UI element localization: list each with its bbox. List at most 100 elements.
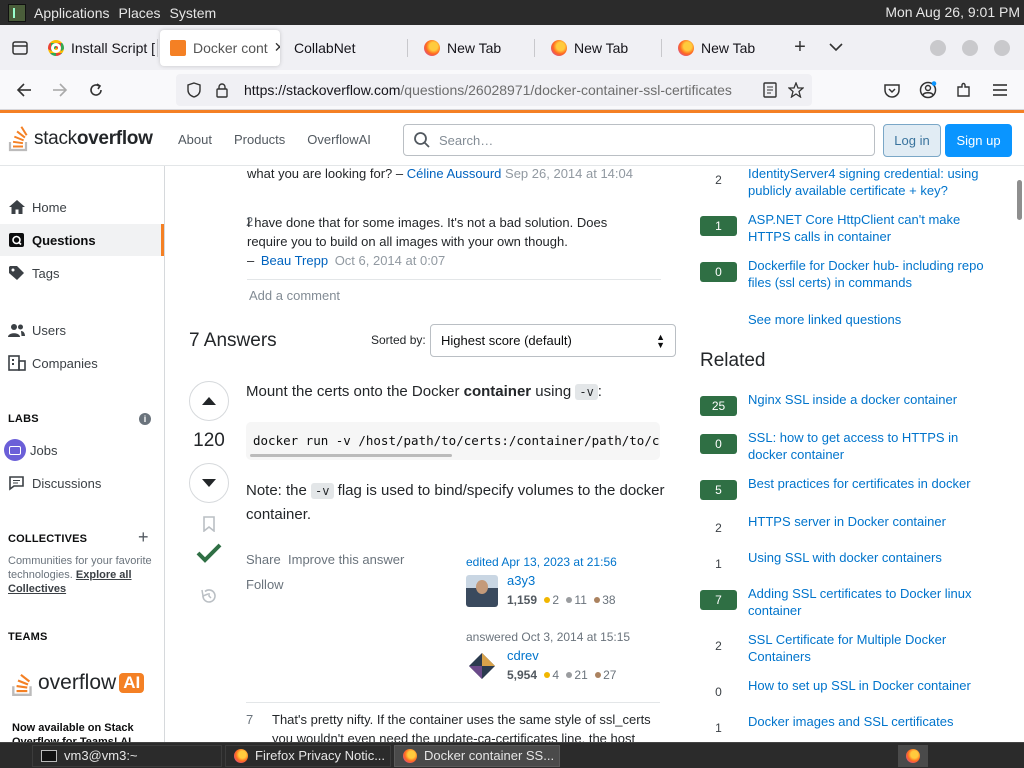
question-score: 2 [715,173,722,187]
follow-link[interactable]: Follow [246,577,284,592]
overflow-ai-logo[interactable]: overflow AI [11,669,145,697]
avatar[interactable] [466,575,498,607]
login-button[interactable]: Log in [883,124,941,157]
see-more-linked-link[interactable]: See more linked questions [748,312,901,327]
reload-button[interactable] [78,72,114,108]
taskbar-item-terminal[interactable]: vm3@vm3:~ [32,744,222,767]
comment-date[interactable]: Sep 26, 2014 at 14:04 [505,166,633,181]
sidebar-item-home[interactable]: Home [0,191,164,223]
avatar[interactable] [466,650,498,682]
tab-label: CollabNet [294,39,356,56]
comment-score: 7 [246,712,254,727]
sidebar-item-questions[interactable]: Questions [0,224,164,256]
question-link[interactable]: HTTPS server in Docker container [748,513,998,530]
sidebar-item-tags[interactable]: Tags [0,257,164,289]
tab-new-tab-2[interactable]: New Tab [535,30,662,66]
history-icon[interactable] [200,587,218,605]
nav-products[interactable]: Products [234,132,285,147]
lock-icon[interactable] [208,76,236,104]
list-all-tabs-button[interactable] [818,30,854,66]
places-menu[interactable]: Places [119,5,170,21]
question-score: 0 [700,434,737,454]
downvote-button[interactable] [189,463,229,503]
question-row: 1 ASP.NET Core HttpClient can't make HTTP… [700,212,1000,256]
question-link[interactable]: Nginx SSL inside a docker container [748,391,998,408]
comment-author-link[interactable]: Céline Aussourd [407,166,502,181]
add-collective-icon[interactable]: + [138,527,149,548]
tab-docker-container[interactable]: Docker cont ✕ [160,29,280,66]
upvote-button[interactable] [189,381,229,421]
taskbar-item-label: Firefox Privacy Notic... [255,748,386,763]
question-link[interactable]: Using SSL with docker containers [748,549,998,566]
user-name-link[interactable]: cdrev [507,648,539,663]
comment-date[interactable]: Oct 6, 2014 at 0:07 [335,253,446,268]
taskbar-item-firefox-privacy[interactable]: Firefox Privacy Notic... [225,744,391,767]
page-scrollbar[interactable] [1017,180,1022,220]
site-search [403,124,875,156]
sidebar-item-jobs[interactable]: Jobs [0,434,164,466]
back-button[interactable] [6,72,42,108]
bookmark-icon[interactable] [202,516,216,532]
sidebar-item-users[interactable]: Users [0,314,164,346]
stackoverflow-logo[interactable]: stackoverflow [8,126,164,152]
comment-author-link[interactable]: Beau Trepp [261,253,328,268]
app-menu-button[interactable] [982,72,1018,108]
tray-firefox[interactable] [898,744,928,767]
firefox-icon [234,748,248,763]
question-link[interactable]: IdentityServer4 signing credential: usin… [748,166,998,199]
extensions-button[interactable] [946,72,982,108]
share-link[interactable]: Share [246,552,281,567]
comment-text: I have done that for some images. It's n… [247,215,608,249]
sidebar-item-companies[interactable]: Companies [0,347,164,379]
reader-view-icon[interactable] [756,76,784,104]
question-link[interactable]: ASP.NET Core HttpClient can't make HTTPS… [748,211,998,245]
url-bar[interactable]: https://stackoverflow.com/questions/2602… [176,74,812,106]
question-link[interactable]: SSL Certificate for Multiple Docker Cont… [748,631,998,665]
url-text[interactable]: https://stackoverflow.com/questions/2602… [244,82,754,98]
tag-icon [9,266,24,280]
nav-about[interactable]: About [178,132,212,147]
question-link[interactable]: How to set up SSL in Docker container [748,677,998,694]
close-window-button[interactable] [994,39,1010,56]
stackoverflow-icon [170,39,186,56]
firefox-icon [403,748,417,763]
improve-answer-link[interactable]: Improve this answer [288,552,404,567]
code-block[interactable]: docker run -v /host/path/to/certs:/conta… [246,422,660,460]
applications-menu[interactable]: Applications [34,5,119,21]
tab-new-tab-3[interactable]: New Tab [662,30,782,66]
forward-button[interactable] [42,72,78,108]
nav-overflowai[interactable]: OverflowAI [307,132,371,147]
question-score: 2 [715,639,722,653]
code-text: docker run -v /host/path/to/certs:/conta… [253,433,660,448]
signup-button[interactable]: Sign up [945,124,1012,157]
tab-new-tab-1[interactable]: New Tab [408,30,535,66]
answer-sort-select[interactable]: Highest score (default) ▲ ▼ [430,324,676,357]
shield-icon[interactable] [180,76,208,104]
code-scrollbar[interactable] [250,454,452,457]
search-input[interactable] [439,132,839,148]
system-menu[interactable]: System [170,5,226,21]
add-comment-link[interactable]: Add a comment [249,288,340,303]
edit-history-link[interactable]: edited Apr 13, 2023 at 21:56 [466,555,617,569]
question-link[interactable]: Docker images and SSL certificates [748,713,998,730]
account-button[interactable] [910,72,946,108]
terminal-launcher-icon[interactable] [8,3,26,22]
question-link[interactable]: Dockerfile for Docker hub- including rep… [748,257,998,291]
question-link[interactable]: Best practices for certificates in docke… [748,475,998,492]
user-name-link[interactable]: a3y3 [507,573,535,588]
firefox-view-button[interactable] [2,30,38,66]
taskbar-item-docker-container[interactable]: Docker container SS... [394,744,560,767]
bookmark-star-icon[interactable] [782,76,810,104]
comment-item: I have done that for some images. It's n… [247,215,608,268]
question-link[interactable]: Adding SSL certificates to Docker linux … [748,585,998,619]
new-tab-button[interactable]: + [782,30,818,66]
pocket-button[interactable] [874,72,910,108]
question-link[interactable]: SSL: how to get access to HTTPS in docke… [748,429,998,463]
tab-install-script[interactable]: Install Script [ [38,30,158,66]
minimize-window-button[interactable] [930,39,946,56]
tab-collabnet[interactable]: CollabNet [280,30,408,66]
info-icon[interactable]: i [139,413,151,425]
clock[interactable]: Mon Aug 26, 9:01 PM [885,4,1020,20]
maximize-window-button[interactable] [962,39,978,56]
sidebar-item-discussions[interactable]: Discussions [0,467,164,499]
